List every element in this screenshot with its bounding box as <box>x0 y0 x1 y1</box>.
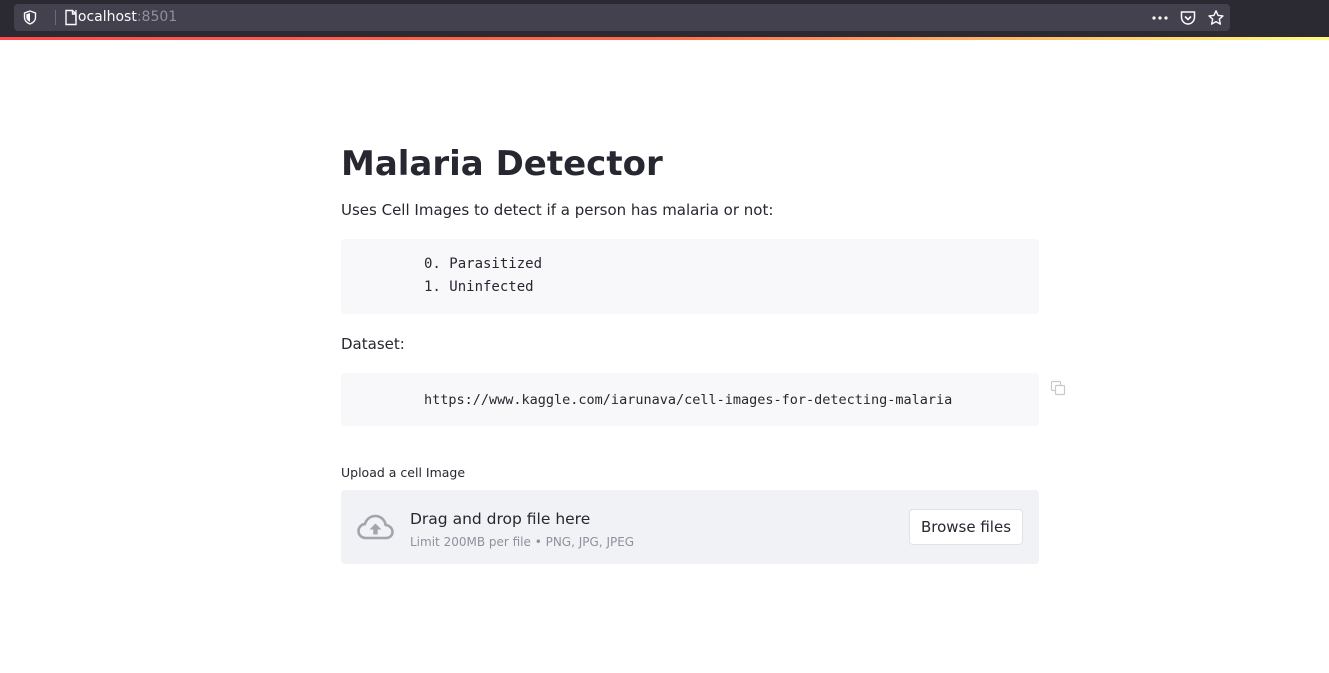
browse-files-button[interactable]: Browse files <box>909 509 1023 545</box>
shield-icon[interactable] <box>23 10 37 25</box>
more-options-icon[interactable] <box>1151 9 1169 27</box>
classes-code-block: 0. Parasitized 1. Uninfected <box>341 239 1039 314</box>
cloud-upload-icon <box>357 514 394 540</box>
dataset-label: Dataset: <box>341 335 405 353</box>
url-separator <box>55 10 56 25</box>
url-port: :8501 <box>136 9 178 25</box>
url-bar[interactable]: localhost:8501 <box>14 4 1230 31</box>
dropzone-title: Drag and drop file here <box>410 510 591 528</box>
bookmark-star-icon[interactable] <box>1207 9 1225 27</box>
dataset-url-code-block: https://www.kaggle.com/iarunava/cell-ima… <box>341 373 1039 426</box>
class-item: 0. Parasitized <box>424 256 543 272</box>
page-title: Malaria Detector <box>341 144 663 184</box>
intro-text: Uses Cell Images to detect if a person h… <box>341 201 774 219</box>
url-host: localhost <box>74 9 137 25</box>
file-dropzone[interactable]: Drag and drop file here Limit 200MB per … <box>341 490 1039 564</box>
app-header-decoration <box>0 37 1329 40</box>
browser-toolbar: localhost:8501 <box>0 0 1329 37</box>
class-item: 1. Uninfected <box>424 279 534 295</box>
url-text[interactable]: localhost:8501 <box>74 9 177 26</box>
pocket-icon[interactable] <box>1179 9 1197 27</box>
copy-icon[interactable] <box>1050 380 1066 396</box>
upload-label: Upload a cell Image <box>341 465 466 480</box>
dropzone-limits: Limit 200MB per file • PNG, JPG, JPEG <box>410 535 635 549</box>
dataset-url: https://www.kaggle.com/iarunava/cell-ima… <box>424 392 953 408</box>
